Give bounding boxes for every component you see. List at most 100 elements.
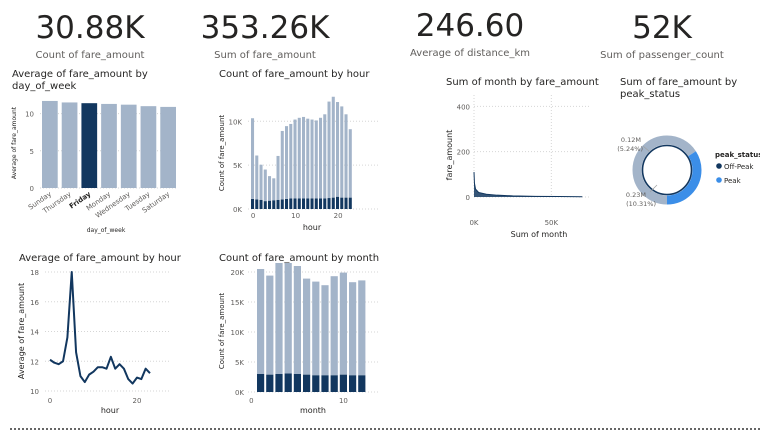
kpi-avg-distance: 246.60 Average of distance_km [405,8,535,60]
y-axis-title: fare_amount [445,130,454,181]
bar [140,106,157,188]
chart-count-by-month[interactable]: 0K 5K 10K 15K 20K 0 10 Count of fare_amountmont… [210,263,385,423]
chart-month-by-fare[interactable]: 0 200 400 0K 50K fare_amount Sum of month [440,95,600,245]
bar-segment [259,164,263,200]
bar-segment [340,197,344,209]
y-tick-label: 12 [30,358,39,366]
y-tick-label: 10K [231,329,245,337]
bar-segment [293,198,297,209]
kpi-value: 52K [632,10,692,46]
chart-fare-by-peak-status[interactable]: 0.12M(5.24%) 0.23M(10.31%) peak_status Off-… [610,100,760,220]
bar [42,100,58,188]
x-axis-title: hour [101,406,120,415]
chart-avg-fare-by-hour[interactable]: 10 12 14 16 18 0 20 Average of fare_amounthour [10,263,200,423]
bar-segment [285,198,289,209]
bar-segment [331,96,335,198]
bar-segment [302,116,306,199]
page-divider [10,428,760,430]
bar-segment [293,119,297,199]
bar [81,103,98,188]
data-label: 0.12M [621,136,641,144]
bar-segment [331,197,335,209]
kpi-sum-passengers: 52K Sum of passenger_count [597,10,727,62]
bar-segment [319,117,323,199]
bar [61,102,78,188]
y-tick-label: 16 [30,299,39,307]
bar-segment [302,198,306,209]
bar-segment [340,106,344,198]
y-tick-label: 0 [466,194,470,202]
x-axis-title: month [300,406,326,415]
bar-segment [330,276,338,376]
bar-segment [306,198,310,209]
chart-fare-by-day-of-week[interactable]: 0510SundayThursdayFridayMondayWednesdayT… [0,95,200,240]
y-axis-title: Average of fare_amount [17,283,26,379]
bar [120,104,137,188]
x-tick-label: 10 [339,397,348,405]
bar-segment [255,199,259,209]
bar-segment [336,102,340,197]
bar-segment [327,198,331,209]
y-tick-label: 200 [457,149,470,157]
bar-segment [321,375,329,392]
x-tick-label: 20 [334,212,343,220]
y-tick-label: 10K [229,118,243,126]
y-tick-label: 0K [233,206,242,214]
legend-marker [716,163,722,169]
data-label: (5.24%) [617,145,643,153]
bar-segment [312,281,320,376]
bar [160,106,176,188]
bar [101,103,117,188]
bar-segment [312,375,320,392]
line-series [49,271,151,385]
bar-segment [284,263,292,374]
chart-title: Count of fare_amount by hour [219,69,370,80]
x-axis-title: Sum of month [511,230,568,239]
area-series [474,172,583,197]
bar-segment [314,120,318,199]
x-tick-label: 0K [469,219,478,227]
kpi-value: 246.60 [415,8,525,44]
bar-segment [314,198,318,209]
bar-segment [297,198,301,209]
bar-segment [336,196,340,209]
y-tick-label: 5 [30,148,34,156]
y-tick-label: 0K [235,389,244,397]
legend-label: Peak [724,177,742,185]
bar-segment [339,374,347,392]
bar-segment [348,197,352,209]
legend-marker [716,177,722,183]
bar-segment [280,199,284,209]
bar-segment [275,374,283,392]
bar-segment [251,198,255,209]
bar-segment [285,126,289,199]
x-tick-label: 10 [291,212,300,220]
bar-segment [323,114,327,199]
x-tick-label: 0 [249,397,253,405]
x-tick-label: 0 [251,212,255,220]
bar-segment [268,200,272,209]
y-tick-label: 400 [457,103,470,111]
bar-segment [289,198,293,209]
bar-segment [358,280,366,376]
y-tick-label: 18 [30,269,39,277]
bar-segment [339,272,347,375]
kpi-value: 353.26K [200,10,330,46]
bar-segment [344,197,348,209]
bar-segment [263,169,267,202]
bar-segment [275,263,283,374]
bar-segment [251,118,255,199]
chart-count-by-hour[interactable]: 0K 5K 10K 0 10 20 Count of fare_amounthour [210,95,385,240]
bar-segment [289,123,293,199]
y-tick-label: 10 [30,388,39,396]
bar-segment [319,198,323,209]
donut-hole [644,147,690,193]
x-axis-title: hour [303,223,322,232]
bar-segment [257,374,265,392]
bar-segment [330,375,338,392]
bar-segment [263,201,267,209]
bar-segment [276,155,280,200]
bar-segment [266,374,274,392]
bar-segment [297,117,301,199]
bar-segment [276,199,280,209]
